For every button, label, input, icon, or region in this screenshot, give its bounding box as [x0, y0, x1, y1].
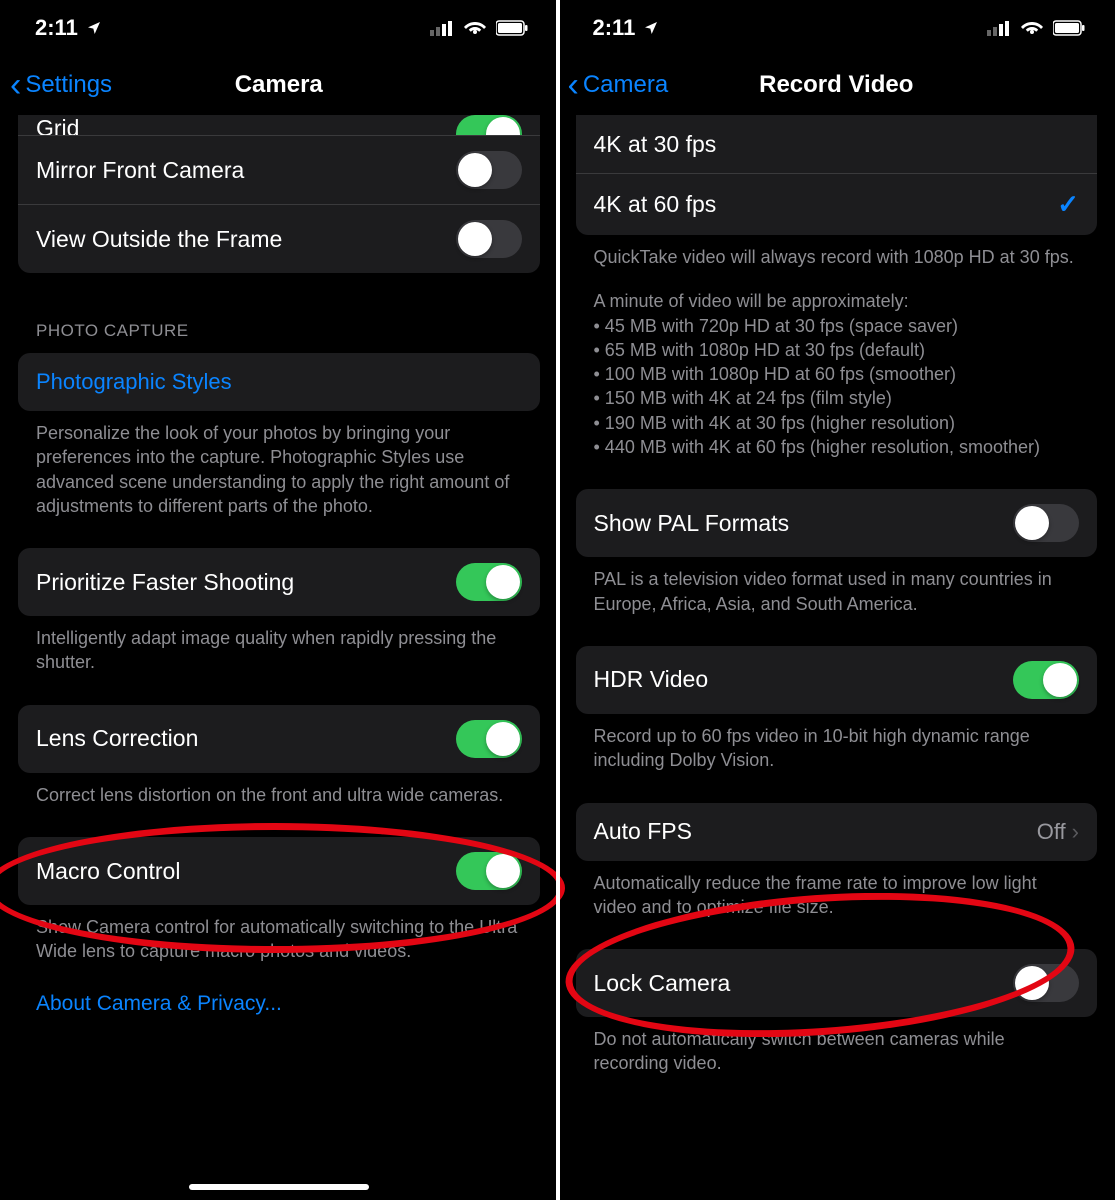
clock: 2:11 — [593, 15, 636, 41]
chevron-left-icon: ‹ — [10, 68, 21, 102]
pal-footnote: PAL is a television video format used in… — [576, 557, 1098, 616]
macro-label: Macro Control — [36, 858, 180, 885]
macro-toggle[interactable] — [456, 852, 522, 890]
cellular-icon — [430, 20, 454, 36]
macro-row[interactable]: Macro Control — [18, 837, 540, 905]
mirror-toggle[interactable] — [456, 151, 522, 189]
res-4k60-label: 4K at 60 fps — [594, 191, 717, 218]
check-icon: ✓ — [1057, 189, 1079, 220]
nav-bar: ‹ Camera Record Video — [558, 55, 1115, 115]
prioritize-toggle[interactable] — [456, 563, 522, 601]
hdr-row[interactable]: HDR Video — [576, 646, 1098, 714]
resolution-group: 4K at 30 fps 4K at 60 fps ✓ — [576, 115, 1098, 235]
nav-bar: ‹ Settings Camera — [0, 55, 558, 115]
view-outside-toggle[interactable] — [456, 220, 522, 258]
prioritize-footnote: Intelligently adapt image quality when r… — [18, 616, 540, 675]
styles-footnote: Personalize the look of your photos by b… — [18, 411, 540, 518]
wifi-icon — [464, 20, 486, 36]
back-button[interactable]: ‹ Camera — [568, 68, 669, 102]
lock-toggle[interactable] — [1013, 964, 1079, 1002]
prioritize-group: Prioritize Faster Shooting — [18, 548, 540, 616]
pal-toggle[interactable] — [1013, 504, 1079, 542]
view-outside-row[interactable]: View Outside the Frame — [18, 204, 540, 273]
res-4k60-row[interactable]: 4K at 60 fps ✓ — [576, 173, 1098, 235]
macro-group: Macro Control — [18, 837, 540, 905]
macro-footnote: Show Camera control for automatically sw… — [18, 905, 540, 964]
mirror-row[interactable]: Mirror Front Camera — [18, 135, 540, 204]
lock-footnote: Do not automatically switch between came… — [576, 1017, 1098, 1076]
back-button[interactable]: ‹ Settings — [10, 68, 112, 102]
lock-label: Lock Camera — [594, 970, 731, 997]
lens-group: Lens Correction — [18, 705, 540, 773]
nav-title: Camera — [235, 71, 323, 99]
autofps-row[interactable]: Auto FPS Off › — [576, 803, 1098, 861]
chevron-right-icon: › — [1072, 819, 1079, 845]
grid-toggle[interactable] — [456, 115, 522, 135]
left-screen: 2:11 ‹ Settings Camera Grid — [0, 0, 558, 1200]
lens-label: Lens Correction — [36, 725, 198, 752]
chevron-left-icon: ‹ — [568, 68, 579, 102]
wifi-icon — [1021, 20, 1043, 36]
pal-label: Show PAL Formats — [594, 510, 790, 537]
prioritize-row[interactable]: Prioritize Faster Shooting — [18, 548, 540, 616]
about-link[interactable]: About Camera & Privacy... — [18, 964, 300, 1016]
back-label: Camera — [583, 71, 668, 99]
res-4k30-label: 4K at 30 fps — [594, 131, 717, 158]
lens-toggle[interactable] — [456, 720, 522, 758]
res-4k30-row[interactable]: 4K at 30 fps — [576, 115, 1098, 173]
battery-icon — [1053, 20, 1085, 36]
hdr-toggle[interactable] — [1013, 661, 1079, 699]
composition-group: Grid Mirror Front Camera View Outside th… — [18, 115, 540, 273]
grid-label: Grid — [36, 115, 79, 135]
location-icon — [643, 20, 659, 36]
autofps-value: Off — [1037, 819, 1066, 845]
photographic-styles-label: Photographic Styles — [36, 369, 232, 395]
autofps-label: Auto FPS — [594, 818, 692, 845]
sizes-footnote: A minute of video will be approximately:… — [576, 269, 1098, 459]
right-screen: 2:11 ‹ Camera Record Video 4K at — [558, 0, 1115, 1200]
autofps-footnote: Automatically reduce the frame rate to i… — [576, 861, 1098, 920]
hdr-footnote: Record up to 60 fps video in 10-bit high… — [576, 714, 1098, 773]
quicktake-footnote: QuickTake video will always record with … — [576, 235, 1098, 269]
hdr-label: HDR Video — [594, 666, 709, 693]
photographic-styles-row[interactable]: Photographic Styles — [18, 353, 540, 411]
pal-row[interactable]: Show PAL Formats — [576, 489, 1098, 557]
hdr-group: HDR Video — [576, 646, 1098, 714]
lock-group: Lock Camera — [576, 949, 1098, 1017]
nav-title: Record Video — [759, 71, 913, 99]
battery-icon — [496, 20, 528, 36]
clock: 2:11 — [35, 15, 78, 41]
home-indicator[interactable] — [189, 1184, 369, 1190]
status-bar: 2:11 — [0, 0, 558, 55]
screenshot-divider — [556, 0, 560, 1200]
mirror-label: Mirror Front Camera — [36, 157, 244, 184]
grid-row[interactable]: Grid — [18, 115, 540, 135]
status-bar: 2:11 — [558, 0, 1115, 55]
autofps-group: Auto FPS Off › — [576, 803, 1098, 861]
back-label: Settings — [25, 71, 112, 99]
view-outside-label: View Outside the Frame — [36, 226, 282, 253]
location-icon — [86, 20, 102, 36]
lens-row[interactable]: Lens Correction — [18, 705, 540, 773]
prioritize-label: Prioritize Faster Shooting — [36, 569, 294, 596]
cellular-icon — [987, 20, 1011, 36]
lens-footnote: Correct lens distortion on the front and… — [18, 773, 540, 807]
lock-row[interactable]: Lock Camera — [576, 949, 1098, 1017]
styles-group: Photographic Styles — [18, 353, 540, 411]
pal-group: Show PAL Formats — [576, 489, 1098, 557]
photo-capture-header: PHOTO CAPTURE — [18, 321, 540, 341]
